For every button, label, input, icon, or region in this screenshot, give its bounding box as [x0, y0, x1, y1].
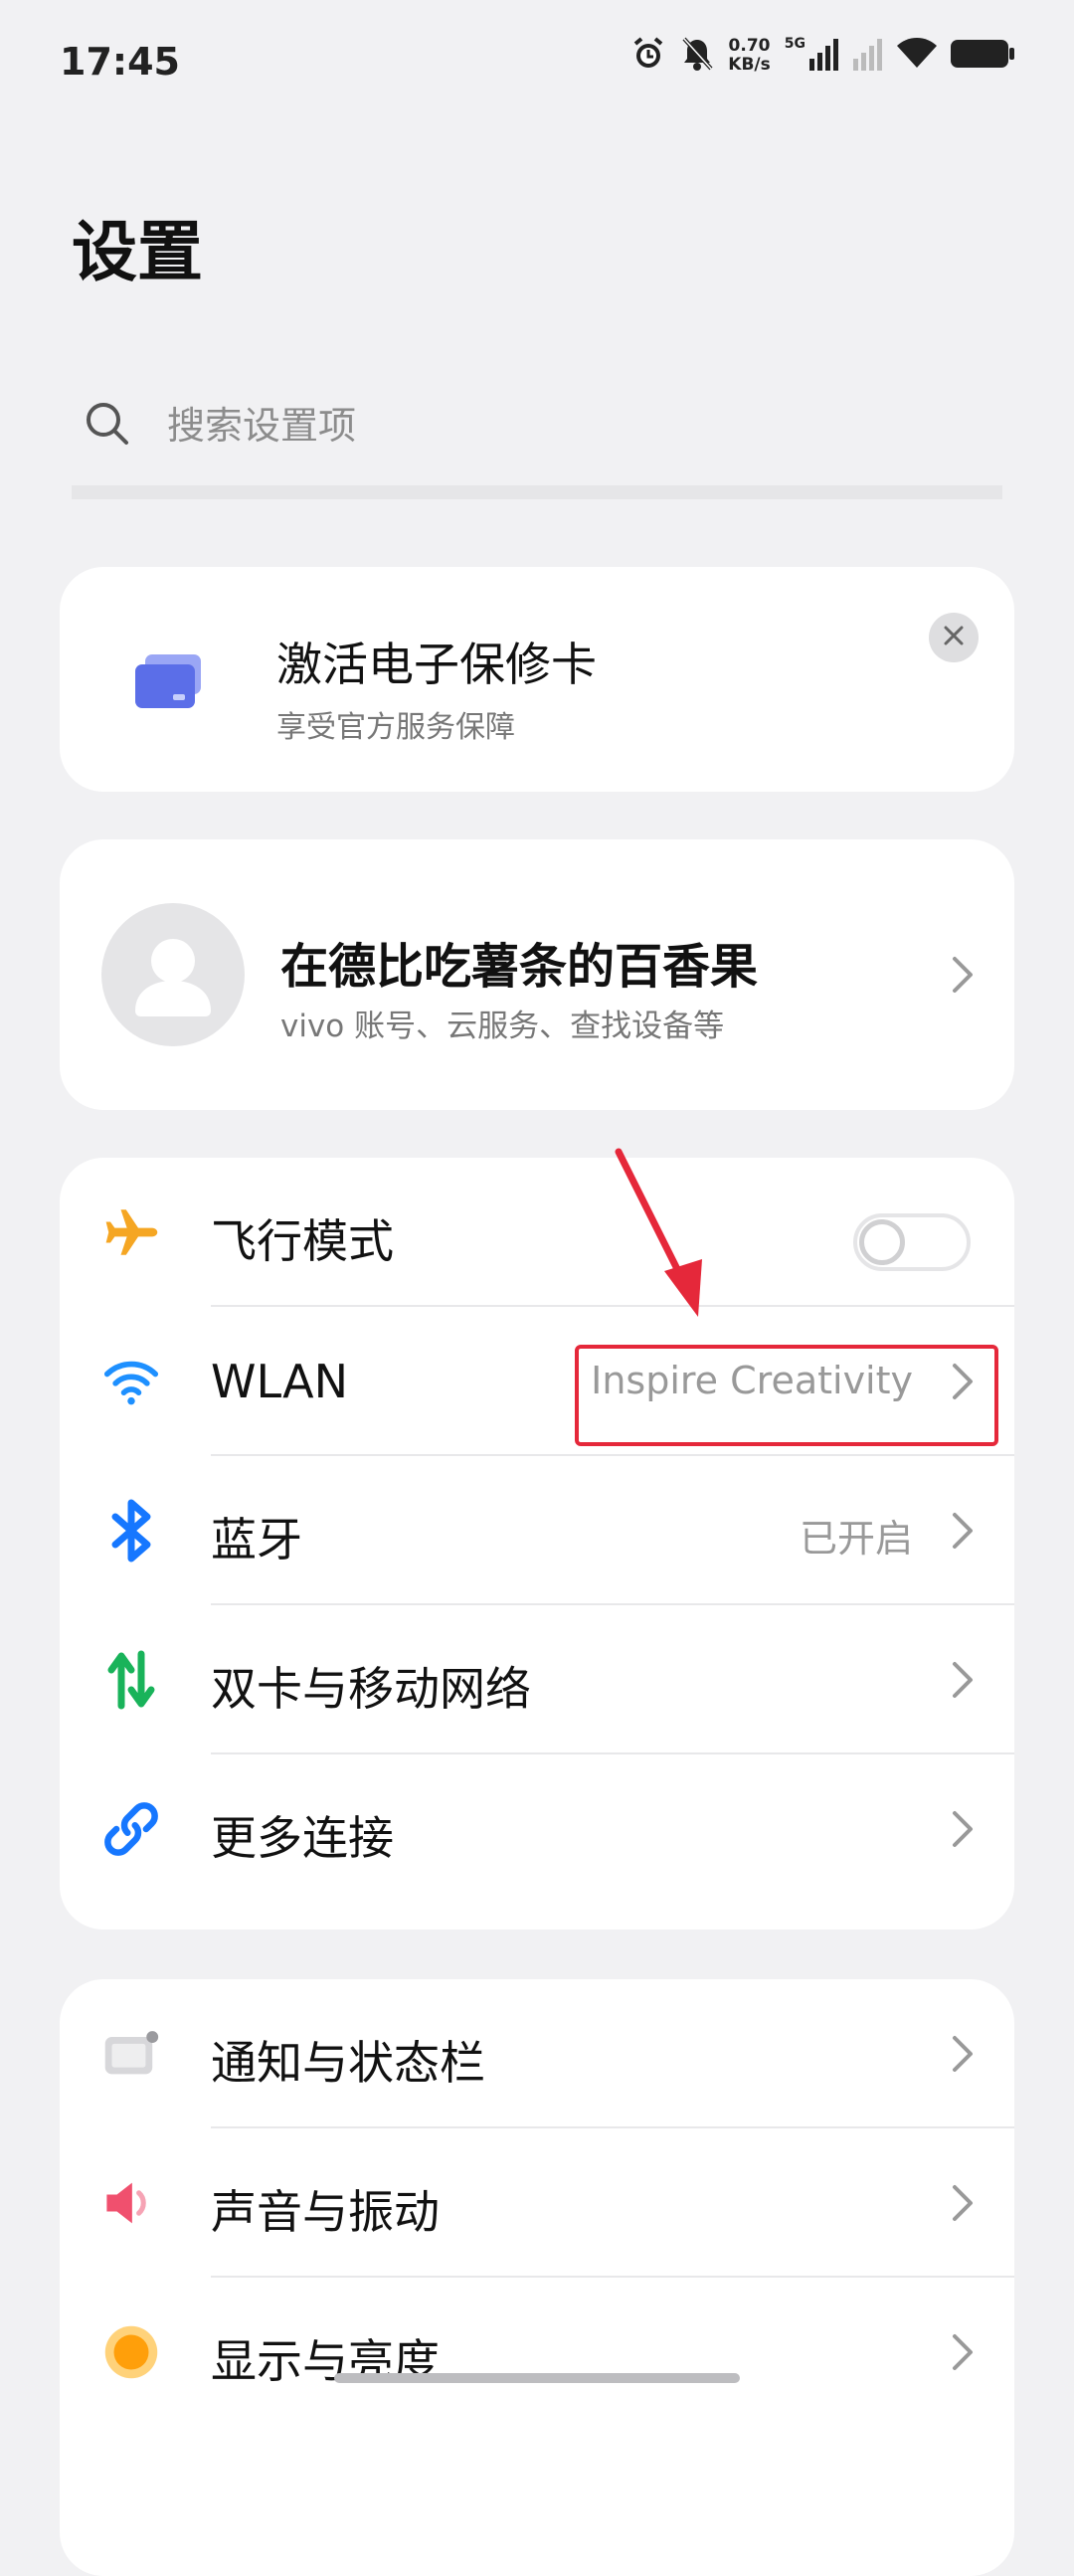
signal-sim1-icon	[809, 37, 839, 75]
chevron-right-icon	[951, 955, 975, 995]
wifi-icon	[103, 1354, 159, 1409]
speed-value: 0.70	[728, 36, 771, 56]
list-item-display[interactable]: 显示与亮度	[60, 2278, 1014, 2427]
bluetooth-icon	[103, 1499, 159, 1563]
airplane-mode-toggle[interactable]	[853, 1213, 971, 1271]
page-title: 设置	[72, 214, 203, 290]
network-type-label: 5G	[784, 36, 806, 52]
signal-sim2-icon	[853, 37, 883, 75]
list-item-mobile-network[interactable]: 双卡与移动网络	[60, 1605, 1014, 1754]
bluetooth-status: 已开启	[799, 1517, 913, 1561]
connectivity-list: 飞行模式 WLAN Inspire Creativity 蓝牙 已开启 双卡与移…	[60, 1158, 1014, 1930]
row-label: 声音与振动	[211, 2185, 440, 2239]
airplane-icon	[103, 1204, 159, 1260]
list-item-notifications[interactable]: 通知与状态栏	[60, 1979, 1014, 2128]
mobile-network-icon	[103, 1650, 159, 1710]
network-speed: 0.70 KB/s	[728, 37, 770, 75]
chevron-right-icon	[951, 1511, 975, 1551]
row-label: 通知与状态栏	[211, 2036, 485, 2090]
toggle-knob	[859, 1219, 905, 1265]
list-item-airplane-mode[interactable]: 飞行模式	[60, 1158, 1014, 1307]
notification-icon	[103, 2026, 159, 2082]
account-subtitle: vivo 账号、云服务、查找设备等	[280, 1009, 725, 1044]
home-indicator[interactable]	[334, 2373, 740, 2383]
warranty-card[interactable]: 激活电子保修卡 享受官方服务保障	[60, 567, 1014, 792]
chevron-right-icon	[951, 1660, 975, 1700]
list-item-bluetooth[interactable]: 蓝牙 已开启	[60, 1456, 1014, 1605]
status-icons: 0.70 KB/s 5G	[630, 36, 1014, 76]
list-item-more-connections[interactable]: 更多连接	[60, 1754, 1014, 1904]
mute-bell-icon	[680, 36, 714, 76]
battery-icon	[951, 39, 1014, 73]
search-icon	[84, 400, 131, 452]
status-time: 17:45	[60, 40, 180, 84]
link-icon	[103, 1801, 159, 1857]
row-label: 更多连接	[211, 1811, 394, 1865]
warranty-title: 激活电子保修卡	[276, 638, 597, 691]
warranty-card-icon	[135, 654, 205, 714]
sound-icon	[103, 2175, 159, 2231]
avatar	[101, 903, 245, 1046]
search-input[interactable]	[167, 396, 963, 456]
speed-unit: KB/s	[728, 55, 771, 75]
warranty-subtitle: 享受官方服务保障	[276, 710, 515, 745]
chevron-right-icon	[951, 2183, 975, 2223]
search-bar[interactable]	[72, 376, 1002, 499]
status-bar: 17:45 0.70 KB/s 5G	[0, 0, 1074, 129]
account-card[interactable]: 在德比吃薯条的百香果 vivo 账号、云服务、查找设备等	[60, 839, 1014, 1110]
chevron-right-icon	[951, 1809, 975, 1849]
wifi-status-icon	[897, 38, 937, 74]
row-label: 双卡与移动网络	[211, 1662, 531, 1716]
list-item-sound[interactable]: 声音与振动	[60, 2128, 1014, 2278]
close-icon	[943, 623, 965, 652]
close-button[interactable]	[929, 613, 979, 662]
display-icon	[103, 2324, 159, 2380]
chevron-right-icon	[951, 2034, 975, 2074]
system-settings-list: 通知与状态栏 声音与振动 显示与亮度	[60, 1979, 1014, 2576]
annotation-arrow	[615, 1148, 702, 1317]
chevron-right-icon	[951, 2332, 975, 2372]
row-label: WLAN	[211, 1355, 349, 1408]
alarm-icon	[630, 36, 666, 76]
row-label: 飞行模式	[211, 1214, 394, 1268]
user-avatar-icon	[135, 939, 211, 1016]
row-label: 蓝牙	[211, 1513, 302, 1566]
annotation-highlight-box	[575, 1345, 998, 1446]
account-name: 在德比吃薯条的百香果	[280, 939, 759, 995]
